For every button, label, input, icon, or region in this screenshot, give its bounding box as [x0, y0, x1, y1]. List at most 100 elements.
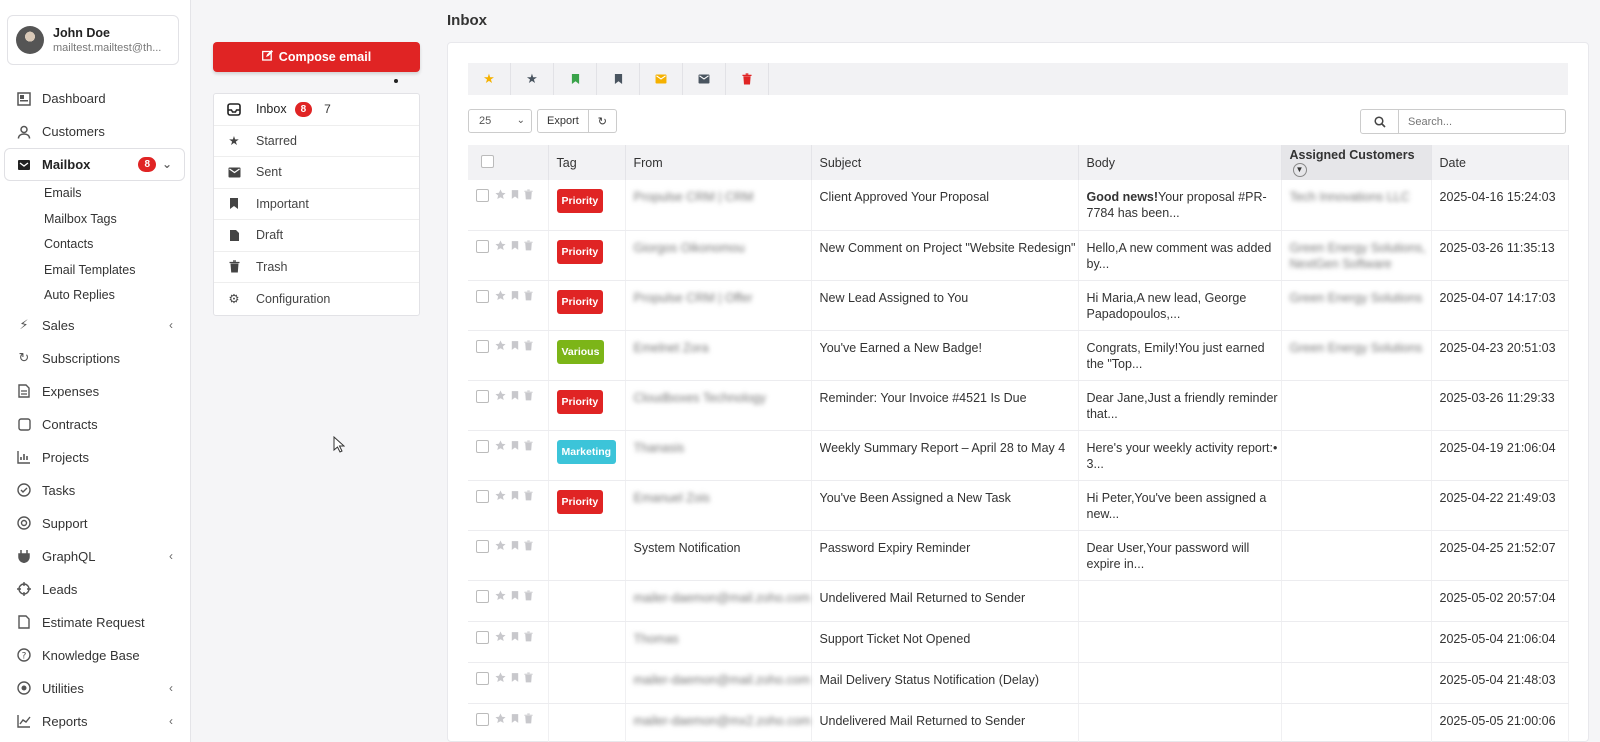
header-body[interactable]: Body — [1078, 145, 1282, 180]
refresh-button[interactable]: ↻ — [588, 109, 618, 133]
filter-envelope-dark[interactable] — [683, 63, 726, 95]
nav-item-reports[interactable]: Reports ‹ — [0, 705, 191, 738]
trash-icon[interactable] — [524, 439, 533, 456]
header-subject[interactable]: Subject — [811, 145, 1079, 180]
nav-item-estimate-request[interactable]: Estimate Request — [0, 606, 191, 639]
nav-item-mailbox[interactable]: Mailbox 8 ⌄ — [4, 148, 185, 181]
trash-icon[interactable] — [524, 589, 533, 606]
table-row[interactable]: Priority Propulse CRM | Offer New Lead Ass… — [468, 280, 1569, 331]
compose-email-button[interactable]: Compose email — [213, 42, 420, 72]
star-icon[interactable] — [495, 712, 506, 729]
star-icon[interactable] — [495, 339, 506, 356]
star-icon[interactable] — [495, 239, 506, 256]
bookmark-icon[interactable] — [511, 390, 519, 406]
email-subject[interactable]: New Lead Assigned to You — [820, 290, 1078, 306]
email-subject[interactable]: Password Expiry Reminder — [820, 540, 1078, 556]
nav-item-tasks[interactable]: Tasks — [0, 474, 191, 507]
table-row[interactable]: mailer-daemon@mail.zoho.com Undelivered M… — [468, 580, 1569, 622]
email-subject[interactable]: Weekly Summary Report – April 28 to May … — [820, 440, 1078, 456]
star-icon[interactable] — [495, 630, 506, 647]
bookmark-icon[interactable] — [511, 290, 519, 306]
subnav-contacts[interactable]: Contacts — [44, 232, 191, 258]
star-icon[interactable] — [495, 671, 506, 688]
table-row[interactable]: Priority Giorgos Oikonomou New Comment on … — [468, 230, 1569, 281]
email-subject[interactable]: You've Been Assigned a New Task — [820, 490, 1078, 506]
email-subject[interactable]: Client Approved Your Proposal — [820, 189, 1078, 205]
filter-trash-red[interactable] — [726, 63, 769, 95]
subnav-auto-replies[interactable]: Auto Replies — [44, 283, 191, 309]
star-icon[interactable] — [495, 489, 506, 506]
nav-item-support[interactable]: Support — [0, 507, 191, 540]
header-from[interactable]: From — [625, 145, 812, 180]
row-checkbox[interactable] — [476, 671, 489, 685]
bookmark-icon[interactable] — [511, 713, 519, 729]
trash-icon[interactable] — [524, 239, 533, 256]
subnav-emails[interactable]: Emails — [44, 181, 191, 207]
row-checkbox[interactable] — [476, 489, 489, 503]
nav-item-dashboard[interactable]: Dashboard — [0, 82, 191, 115]
trash-icon[interactable] — [524, 389, 533, 406]
nav-item-graphql[interactable]: GraphQL ‹ — [0, 540, 191, 573]
row-checkbox[interactable] — [476, 630, 489, 644]
header-tag[interactable]: Tag — [548, 145, 626, 180]
nav-item-expenses[interactable]: Expenses — [0, 375, 191, 408]
table-row[interactable]: System Notification Password Expiry Remin… — [468, 530, 1569, 581]
bookmark-icon[interactable] — [511, 440, 519, 456]
row-checkbox[interactable] — [476, 239, 489, 253]
folder-configuration[interactable]: ⚙ Configuration — [214, 283, 419, 315]
folder-sent[interactable]: Sent — [214, 157, 419, 189]
search-input[interactable] — [1399, 110, 1559, 133]
table-row[interactable]: Marketing Thanasis Weekly Summary Report –… — [468, 430, 1569, 481]
trash-icon[interactable] — [524, 539, 533, 556]
bookmark-icon[interactable] — [511, 490, 519, 506]
star-icon[interactable] — [495, 389, 506, 406]
nav-item-leads[interactable]: Leads — [0, 573, 191, 606]
trash-icon[interactable] — [524, 630, 533, 647]
trash-icon[interactable] — [524, 189, 533, 205]
export-button[interactable]: Export — [537, 109, 589, 133]
filter-starred-dark[interactable]: ★ — [511, 63, 554, 95]
filter-envelope-yellow[interactable] — [640, 63, 683, 95]
filter-bookmark-green[interactable] — [554, 63, 597, 95]
bookmark-icon[interactable] — [511, 540, 519, 556]
email-subject[interactable]: New Comment on Project "Website Redesign… — [820, 240, 1078, 256]
table-row[interactable]: Various Emelnet Zora You've Earned a New B… — [468, 330, 1569, 381]
header-assigned-customers[interactable]: Assigned Customers▼ — [1281, 145, 1432, 180]
row-checkbox[interactable] — [476, 439, 489, 453]
star-icon[interactable] — [495, 289, 506, 306]
table-row[interactable]: Priority Emanuel Zois You've Been Assigned… — [468, 480, 1569, 531]
user-card[interactable]: John Doe mailtest.mailtest@th... — [7, 15, 179, 65]
nav-item-customers[interactable]: Customers — [0, 115, 191, 148]
bookmark-icon[interactable] — [511, 340, 519, 356]
nav-item-utilities[interactable]: Utilities ‹ — [0, 672, 191, 705]
table-row[interactable]: mailer-daemon@mail.zoho.com Mail Delivery… — [468, 662, 1569, 704]
folder-draft[interactable]: Draft — [214, 220, 419, 252]
row-checkbox[interactable] — [476, 389, 489, 403]
table-row[interactable]: mailer-daemon@mx2.zoho.com Undelivered Ma… — [468, 703, 1569, 742]
email-subject[interactable]: Undelivered Mail Returned to Sender — [820, 590, 1078, 606]
trash-icon[interactable] — [524, 489, 533, 506]
filter-bookmark-dark[interactable] — [597, 63, 640, 95]
bookmark-icon[interactable] — [511, 672, 519, 688]
star-icon[interactable] — [495, 539, 506, 556]
nav-item-projects[interactable]: Projects — [0, 441, 191, 474]
star-icon[interactable] — [495, 189, 506, 205]
row-checkbox[interactable] — [476, 539, 489, 553]
email-subject[interactable]: Undelivered Mail Returned to Sender — [820, 713, 1078, 729]
email-subject[interactable]: You've Earned a New Badge! — [820, 340, 1078, 356]
subnav-email-templates[interactable]: Email Templates — [44, 258, 191, 284]
table-row[interactable]: Thomas Support Ticket Not Opened 2025-05-0… — [468, 621, 1569, 663]
table-row[interactable]: Priority Cloudboxes Technology Reminder: Y… — [468, 380, 1569, 431]
star-icon[interactable] — [495, 589, 506, 606]
bookmark-icon[interactable] — [511, 189, 519, 205]
folder-inbox[interactable]: Inbox 8 7 — [214, 94, 419, 126]
bookmark-icon[interactable] — [511, 590, 519, 606]
folder-starred[interactable]: ★ Starred — [214, 126, 419, 157]
trash-icon[interactable] — [524, 712, 533, 729]
nav-item-sales[interactable]: ⚡ Sales ‹ — [0, 309, 191, 342]
nav-item-subscriptions[interactable]: ↻ Subscriptions — [0, 342, 191, 375]
row-checkbox[interactable] — [476, 289, 489, 303]
search-icon[interactable] — [1361, 110, 1399, 133]
email-subject[interactable]: Reminder: Your Invoice #4521 Is Due — [820, 390, 1078, 406]
row-checkbox[interactable] — [476, 712, 489, 726]
